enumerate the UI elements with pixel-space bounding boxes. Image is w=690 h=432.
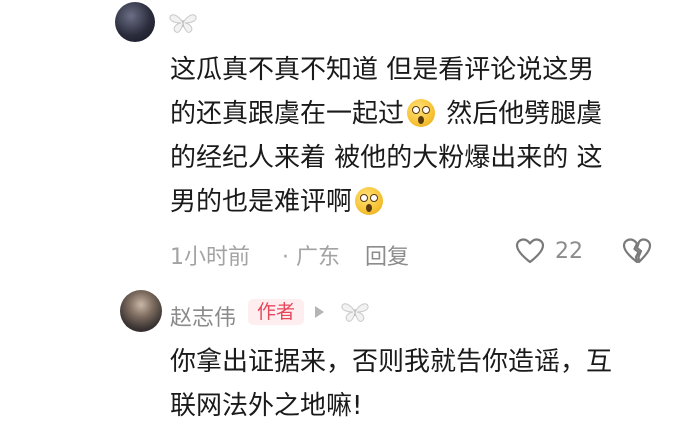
avatar[interactable] [120, 290, 162, 332]
comment-line: 联网法外之地嘛! [170, 391, 363, 421]
comment-line: 你拿出证据来，否则我就告你造谣，互 [170, 347, 613, 377]
reply-button[interactable]: 回复 [365, 239, 409, 271]
location: · 广东 [282, 245, 340, 270]
broken-heart-icon[interactable] [622, 237, 652, 265]
author-badge: 作者 [248, 299, 304, 325]
triangle-right-icon [315, 306, 324, 318]
shocked-face-emoji [407, 99, 436, 127]
author-name[interactable]: 赵志伟 [170, 300, 236, 332]
comment-line: 男的也是难评啊 [170, 187, 353, 217]
heart-outline-icon[interactable] [515, 237, 545, 265]
butterfly-icon [341, 303, 369, 322]
comment-line: 然后他劈腿虞 [438, 99, 603, 129]
comment-meta: 1小时前 · 广东 回复 22 [170, 235, 670, 271]
timestamp: 1小时前 [170, 245, 250, 270]
comment-text: 你拿出证据来，否则我就告你造谣，互 联网法外之地嘛! [170, 340, 660, 428]
like-count: 22 [555, 239, 583, 264]
comment-text: 这瓜真不真不知道 但是看评论说这男 的还真跟虞在一起过 然后他劈腿虞 的经纪人来… [170, 48, 660, 224]
comment-line: 的还真跟虞在一起过 [170, 99, 405, 129]
shocked-face-emoji [355, 187, 384, 215]
comment-line: 这瓜真不真不知道 但是看评论说这男 [170, 55, 595, 85]
comment-line: 的经纪人来着 被他的大粉爆出来的 这 [170, 143, 603, 173]
butterfly-icon [169, 14, 197, 33]
avatar[interactable] [115, 2, 155, 42]
